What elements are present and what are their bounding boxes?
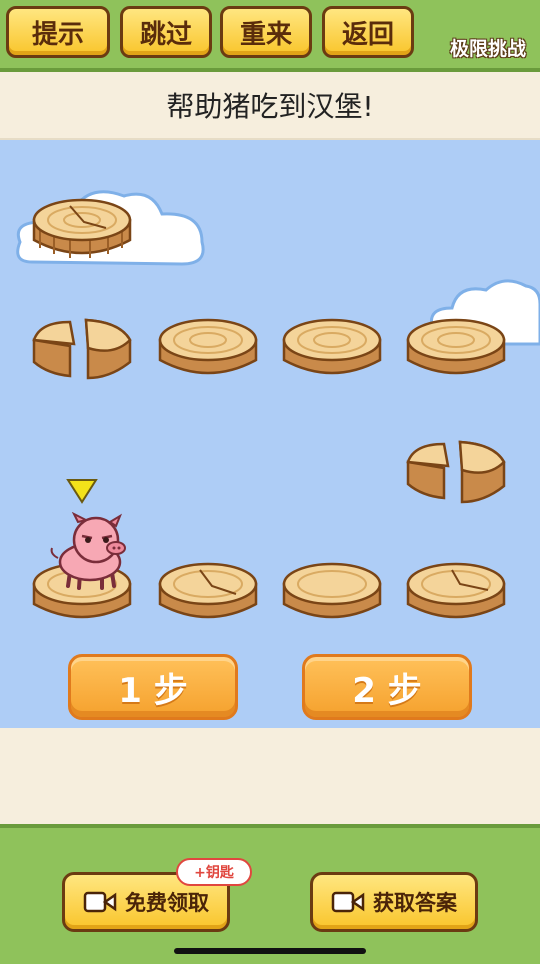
play-area: 1 步 2 步 xyxy=(0,140,540,728)
video-camera-icon xyxy=(331,891,365,913)
restart-button[interactable]: 重来 xyxy=(220,6,312,58)
free-claim-label: 免费领取 xyxy=(125,891,209,915)
two-step-button[interactable]: 2 步 xyxy=(302,654,472,720)
stump-row1-col2[interactable] xyxy=(156,316,260,382)
stump-row2-col4-cracked[interactable] xyxy=(404,438,508,508)
stump-row3-col3[interactable] xyxy=(280,560,384,626)
back-button[interactable]: 返回 xyxy=(322,6,414,58)
get-answer-label: 获取答案 xyxy=(373,891,457,915)
top-toolbar: 提示 跳过 重来 返回 极限挑战 xyxy=(0,0,540,72)
triangle-marker-icon xyxy=(66,479,98,504)
stump-cloud[interactable] xyxy=(30,196,134,262)
stump-row1-col4[interactable] xyxy=(404,316,508,382)
stump-row3-col2[interactable] xyxy=(156,560,260,626)
bottom-spacer xyxy=(0,728,540,824)
get-answer-button[interactable]: 获取答案 xyxy=(310,872,478,932)
stump-row3-col4[interactable] xyxy=(404,560,508,626)
key-reward-badge: +钥匙 xyxy=(176,858,252,886)
hint-button[interactable]: 提示 xyxy=(6,6,110,58)
puzzle-prompt: 帮助猪吃到汉堡! xyxy=(0,72,540,140)
one-step-button[interactable]: 1 步 xyxy=(68,654,238,720)
stump-row1-col1-cracked[interactable] xyxy=(30,316,134,382)
level-tag: 极限挑战 xyxy=(449,38,526,60)
skip-button[interactable]: 跳过 xyxy=(120,6,212,58)
bottom-action-bar: 免费领取 +钥匙 获取答案 xyxy=(0,824,540,964)
pig-icon[interactable] xyxy=(44,512,132,590)
stump-row1-col3[interactable] xyxy=(280,316,384,382)
home-indicator[interactable] xyxy=(174,948,366,954)
video-camera-icon xyxy=(83,891,117,913)
